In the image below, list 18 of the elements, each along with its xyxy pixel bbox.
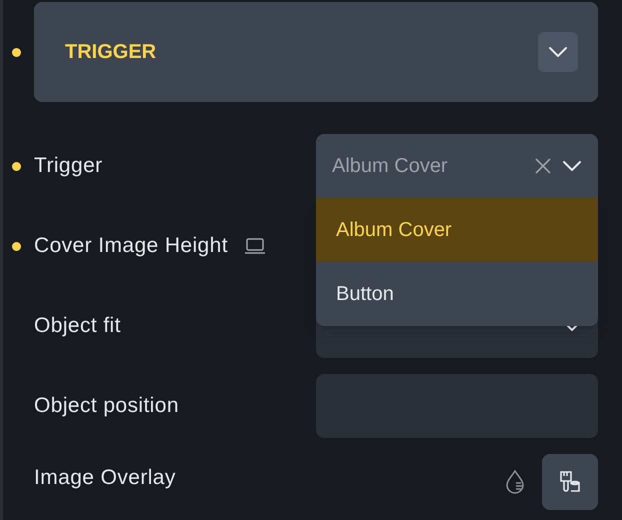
chevron-down-icon [548,46,568,58]
field-label: Object fit [34,313,121,340]
select-field[interactable]: Album Cover [316,134,598,198]
input-field[interactable] [316,374,598,438]
droplet-icon[interactable] [504,469,526,495]
dropdown-option[interactable]: Button [316,262,598,326]
field-label: Object position [34,393,179,420]
expand-button[interactable] [538,32,578,72]
field-label: Image Overlay [34,465,176,491]
dropdown-option[interactable]: Album Cover [316,198,598,262]
paint-brush-icon [557,469,583,495]
clear-icon[interactable] [534,157,552,175]
chevron-down-icon [562,160,582,172]
field-label: Trigger [34,153,103,180]
section-title: TRIGGER [65,40,156,65]
field-label: Cover Image Height [34,233,228,260]
brush-button[interactable] [542,454,598,510]
section-header[interactable]: TRIGGER [34,2,598,102]
